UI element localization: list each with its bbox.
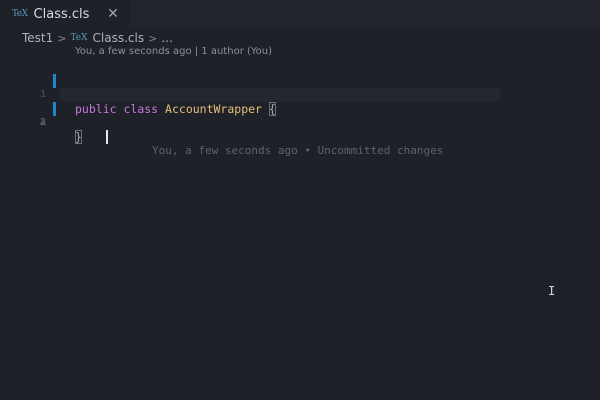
- editor-window: TeX Class.cls ✕ Test1 > TeX Class.cls > …: [0, 0, 600, 400]
- git-blame-codelens[interactable]: You, a few seconds ago | 1 author (You): [75, 46, 272, 60]
- breadcrumb-folder[interactable]: Test1: [22, 31, 53, 45]
- inline-blame-annotation: You, a few seconds ago • Uncommitted cha…: [152, 144, 444, 157]
- code-line-1: 1 public class AccountWrapper {: [0, 60, 600, 116]
- chevron-right-icon: >: [148, 31, 158, 45]
- code-text: }: [75, 130, 82, 144]
- mouse-ibeam-cursor-icon: I: [548, 284, 556, 298]
- text-cursor: [106, 130, 108, 144]
- close-brace: }: [75, 130, 82, 144]
- tex-file-icon: TeX: [12, 9, 28, 19]
- tab-class-cls[interactable]: TeX Class.cls ✕: [0, 0, 130, 28]
- tab-bar: TeX Class.cls ✕: [0, 0, 600, 28]
- code-line-4: 4: [0, 102, 600, 128]
- breadcrumb-more[interactable]: ...: [161, 31, 172, 45]
- close-icon[interactable]: ✕: [106, 7, 120, 21]
- chevron-right-icon: >: [57, 31, 67, 45]
- tab-label: Class.cls: [33, 6, 90, 22]
- code-editor[interactable]: You, a few seconds ago | 1 author (You) …: [0, 46, 600, 400]
- breadcrumb-file[interactable]: Class.cls: [93, 31, 145, 45]
- breadcrumb: Test1 > TeX Class.cls > ...: [22, 28, 173, 48]
- code-line-3: 3 }: [0, 88, 600, 144]
- tex-file-icon: TeX: [70, 33, 88, 43]
- line-number: 4: [39, 117, 46, 128]
- code-line-2: 2 You, a few seconds ago • Uncommitted c…: [0, 74, 600, 157]
